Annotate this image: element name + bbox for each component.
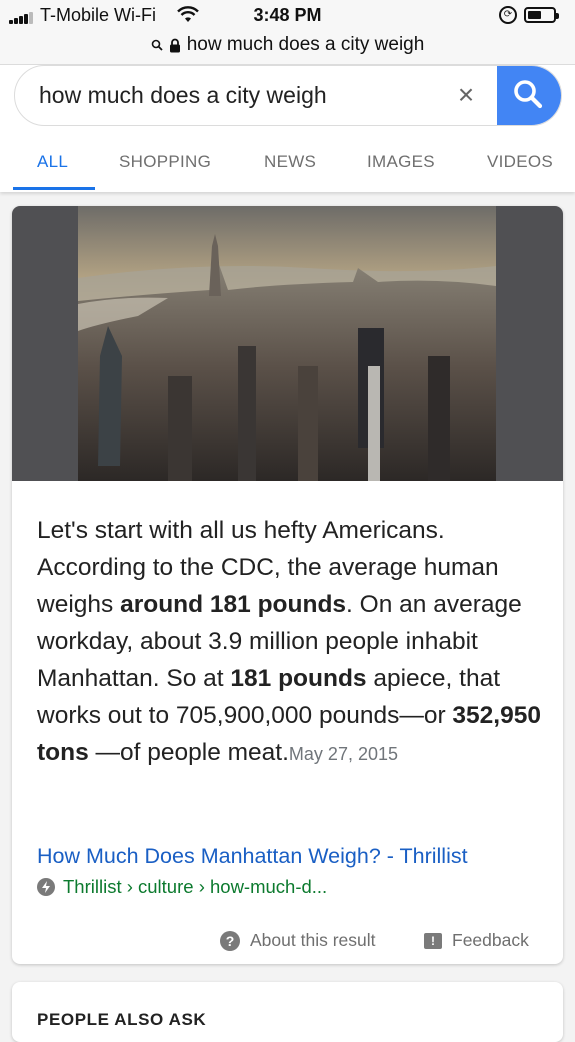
featured-image-frame — [12, 206, 563, 481]
manhattan-skyline-image[interactable] — [78, 206, 496, 481]
highlight-weight: around 181 pounds — [120, 591, 347, 618]
search-small-icon — [151, 39, 163, 51]
bolt-icon — [37, 878, 55, 896]
featured-snippet-card: Let's start with all us hefty Americans.… — [12, 206, 563, 964]
snippet-date: May 27, 2015 — [288, 744, 398, 764]
snippet-text: Let's start with all us hefty Americans.… — [37, 517, 541, 766]
search-box[interactable]: how much does a city weigh × — [14, 65, 562, 126]
lock-icon — [169, 38, 180, 52]
rotation-lock-icon: ⟳ — [499, 6, 517, 24]
about-this-result-button[interactable]: ? About this result — [220, 930, 375, 951]
tab-news[interactable]: NEWS — [264, 152, 316, 172]
highlight-weight-repeat: 181 pounds — [230, 665, 367, 692]
clock: 3:48 PM — [253, 5, 322, 25]
address-bar[interactable]: how much does a city weigh — [0, 34, 575, 65]
feedback-button[interactable]: ! Feedback — [424, 930, 529, 951]
result-title-link[interactable]: How Much Does Manhattan Weigh? - Thrilli… — [37, 844, 468, 869]
battery-icon — [524, 7, 559, 23]
search-header: how much does a city weigh × ALL SHOPPIN… — [0, 65, 575, 192]
tab-images[interactable]: IMAGES — [367, 152, 435, 172]
result-breadcrumb[interactable]: Thrillist › culture › how-much-d... — [37, 876, 327, 898]
people-also-ask-title: PEOPLE ALSO ASK — [37, 1010, 207, 1029]
search-icon — [514, 80, 543, 109]
search-button[interactable] — [497, 66, 561, 125]
tab-shopping[interactable]: SHOPPING — [119, 152, 211, 172]
tab-videos[interactable]: VIDEOS — [487, 152, 553, 172]
status-bar: T-Mobile Wi-Fi 3:48 PM ⟳ — [0, 0, 575, 34]
active-tab-indicator — [13, 187, 95, 190]
people-also-ask-card: PEOPLE ALSO ASK — [12, 982, 563, 1042]
search-tabs: ALL SHOPPING NEWS IMAGES VIDEOS — [0, 143, 575, 192]
tab-all[interactable]: ALL — [37, 152, 68, 172]
feedback-label: Feedback — [452, 930, 529, 950]
about-label: About this result — [250, 930, 376, 950]
search-input[interactable]: how much does a city weigh — [39, 82, 327, 109]
feedback-icon: ! — [424, 932, 442, 949]
clear-search-icon[interactable]: × — [451, 79, 481, 111]
question-icon: ? — [220, 930, 240, 951]
breadcrumb-text: Thrillist › culture › how-much-d... — [63, 876, 328, 897]
address-text: how much does a city weigh — [186, 34, 425, 55]
snippet-actions: ? About this result ! Feedback — [12, 926, 563, 956]
